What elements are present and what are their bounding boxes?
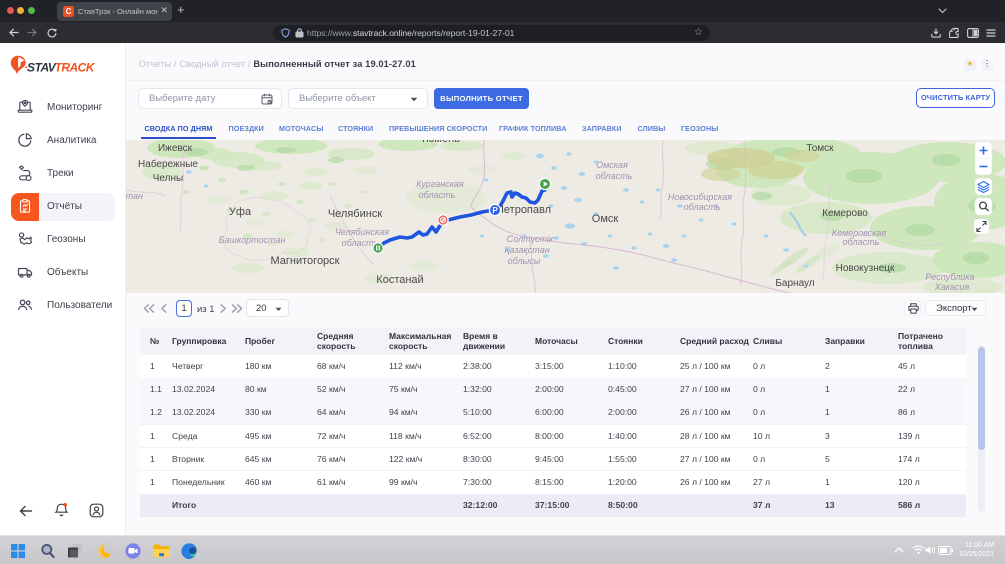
svg-text:Петропавл: Петропавл bbox=[496, 204, 551, 216]
svg-text:Магнитогорск: Магнитогорск bbox=[271, 255, 340, 267]
svg-text:область: область bbox=[596, 171, 633, 181]
svg-text:Тюмень: Тюмень bbox=[420, 140, 460, 145]
svg-text:Кемерово: Кемерово bbox=[822, 208, 868, 219]
svg-text:TRACK: TRACK bbox=[55, 61, 96, 75]
svg-text:Томск: Томск bbox=[806, 143, 834, 154]
svg-text:Челябинск: Челябинск bbox=[328, 208, 382, 220]
svg-text:Уфа: Уфа bbox=[229, 206, 252, 218]
svg-text:Барнаул: Барнаул bbox=[775, 278, 814, 289]
svg-text:Ижевск: Ижевск bbox=[158, 143, 193, 154]
svg-text:P: P bbox=[492, 206, 498, 215]
svg-text:Костанай: Костанай bbox=[376, 274, 423, 286]
svg-text:Набережные: Набережные bbox=[138, 158, 198, 170]
svg-text:Башкортостан: Башкортостан bbox=[219, 235, 286, 245]
svg-text:область: область bbox=[843, 237, 880, 247]
svg-text:Омск: Омск bbox=[592, 213, 619, 225]
svg-text:Хакасия: Хакасия bbox=[934, 282, 970, 292]
svg-text:Курганская: Курганская bbox=[416, 179, 464, 189]
svg-text:область: область bbox=[419, 190, 456, 200]
svg-text:Новокузнецк: Новокузнецк bbox=[836, 263, 895, 274]
svg-text:Челны: Челны bbox=[153, 173, 183, 184]
svg-text:STAV: STAV bbox=[27, 61, 57, 75]
svg-text:Қазақстан: Қазақстан bbox=[504, 245, 549, 255]
svg-text:область: область bbox=[684, 202, 721, 212]
svg-text:стан: стан bbox=[126, 191, 143, 201]
svg-text:Челябинская: Челябинская bbox=[335, 227, 389, 237]
svg-text:Республика: Республика bbox=[925, 272, 974, 282]
svg-text:Омская: Омская bbox=[596, 160, 628, 170]
svg-text:Новосибирская: Новосибирская bbox=[668, 192, 732, 202]
svg-text:Солтүстік: Солтүстік bbox=[507, 234, 554, 244]
svg-text:облысы: облысы bbox=[508, 256, 541, 266]
